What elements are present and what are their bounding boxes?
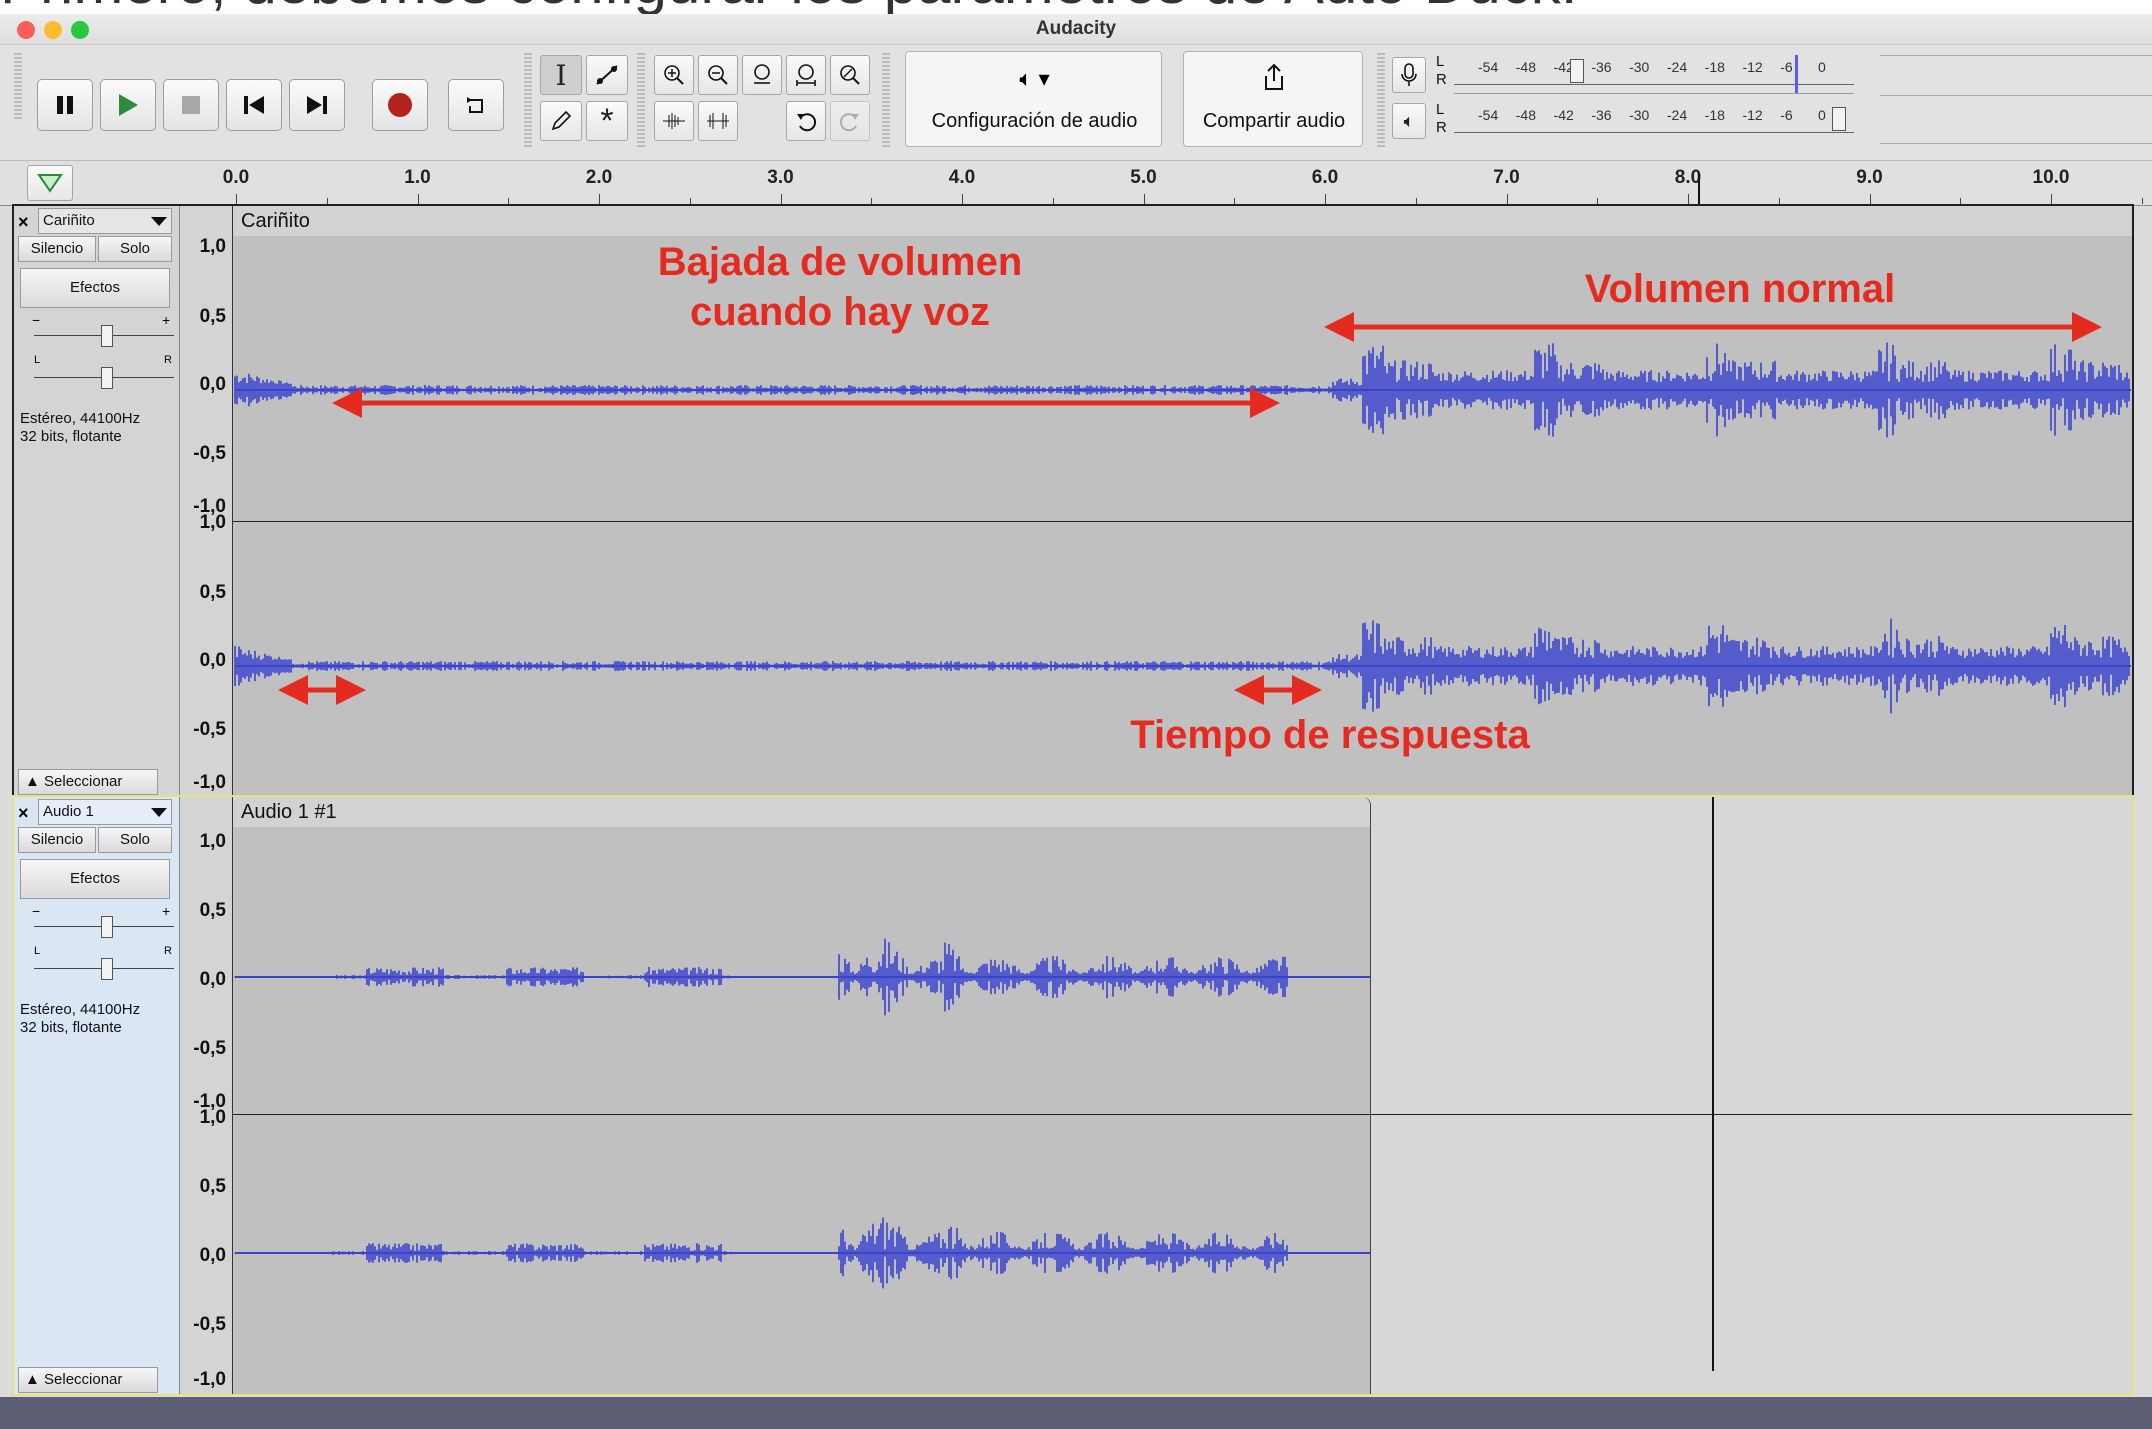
- audacity-window: Audacity I * 🔈︎ ▾ Configuración de audio…: [0, 14, 2152, 1429]
- annotation-arrows: [278, 312, 2102, 705]
